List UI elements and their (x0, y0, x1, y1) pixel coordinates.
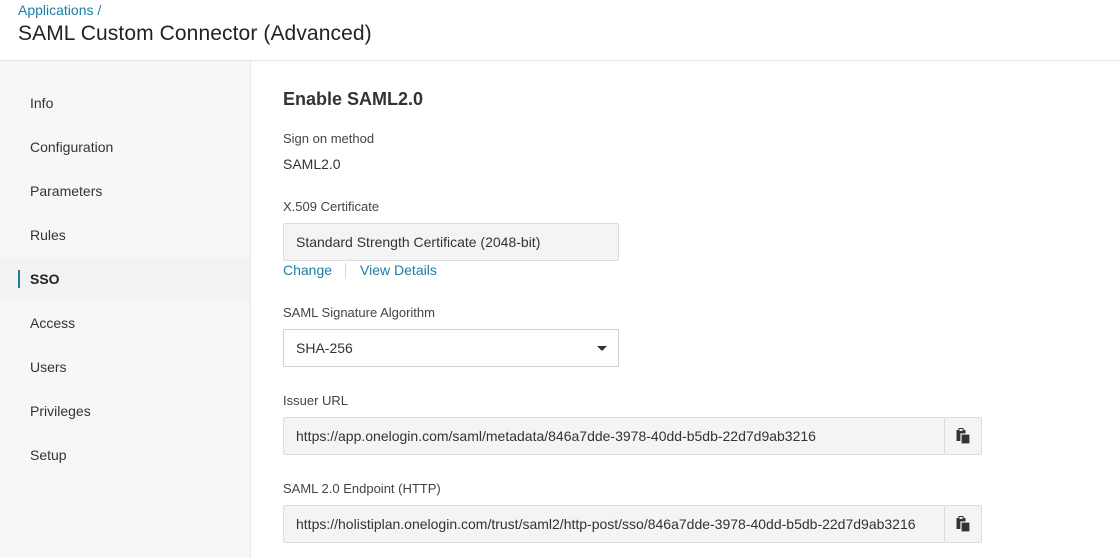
clipboard-copy-icon (956, 428, 971, 445)
page-header: Applications / SAML Custom Connector (Ad… (0, 0, 1119, 61)
signature-algorithm-value: SHA-256 (296, 340, 353, 356)
endpoint-http-field[interactable]: https://holistiplan.onelogin.com/trust/s… (283, 505, 945, 543)
clipboard-copy-icon (956, 516, 971, 533)
sidebar-item-setup[interactable]: Setup (0, 433, 250, 477)
view-certificate-details-link[interactable]: View Details (360, 262, 437, 278)
sidebar-item-users[interactable]: Users (0, 345, 250, 389)
sidebar-item-sso[interactable]: SSO (0, 257, 250, 301)
sign-on-method-value: SAML2.0 (283, 156, 341, 172)
sidebar-item-info[interactable]: Info (0, 81, 250, 125)
page-title: SAML Custom Connector (Advanced) (18, 22, 372, 45)
certificate-label: X.509 Certificate (283, 199, 380, 214)
copy-endpoint-http-button[interactable] (944, 505, 982, 543)
section-title: Enable SAML2.0 (283, 89, 424, 109)
issuer-url-label: Issuer URL (283, 393, 349, 408)
caret-down-icon (597, 346, 607, 351)
breadcrumb-applications-link[interactable]: Applications / (18, 2, 101, 18)
sidebar-item-rules[interactable]: Rules (0, 213, 250, 257)
sidebar-item-configuration[interactable]: Configuration (0, 125, 250, 169)
sidebar-item-parameters[interactable]: Parameters (0, 169, 250, 213)
sidebar-item-access[interactable]: Access (0, 301, 250, 345)
sidebar-item-privileges[interactable]: Privileges (0, 389, 250, 433)
link-divider (345, 263, 347, 280)
sign-on-method-label: Sign on method (283, 131, 375, 146)
breadcrumb: Applications / (18, 2, 101, 18)
certificate-links: Change View Details (283, 262, 437, 280)
issuer-url-field[interactable]: https://app.onelogin.com/saml/metadata/8… (283, 417, 945, 455)
certificate-field: Standard Strength Certificate (2048-bit) (283, 223, 619, 261)
sso-settings-panel: Enable SAML2.0 Sign on method SAML2.0 X.… (283, 61, 1103, 558)
sidebar-nav: Info Configuration Parameters Rules SSO … (0, 61, 251, 558)
signature-algorithm-label: SAML Signature Algorithm (283, 305, 435, 320)
endpoint-http-label: SAML 2.0 Endpoint (HTTP) (283, 481, 441, 496)
signature-algorithm-select[interactable]: SHA-256 (283, 329, 619, 367)
copy-issuer-url-button[interactable] (944, 417, 982, 455)
change-certificate-link[interactable]: Change (283, 262, 332, 278)
